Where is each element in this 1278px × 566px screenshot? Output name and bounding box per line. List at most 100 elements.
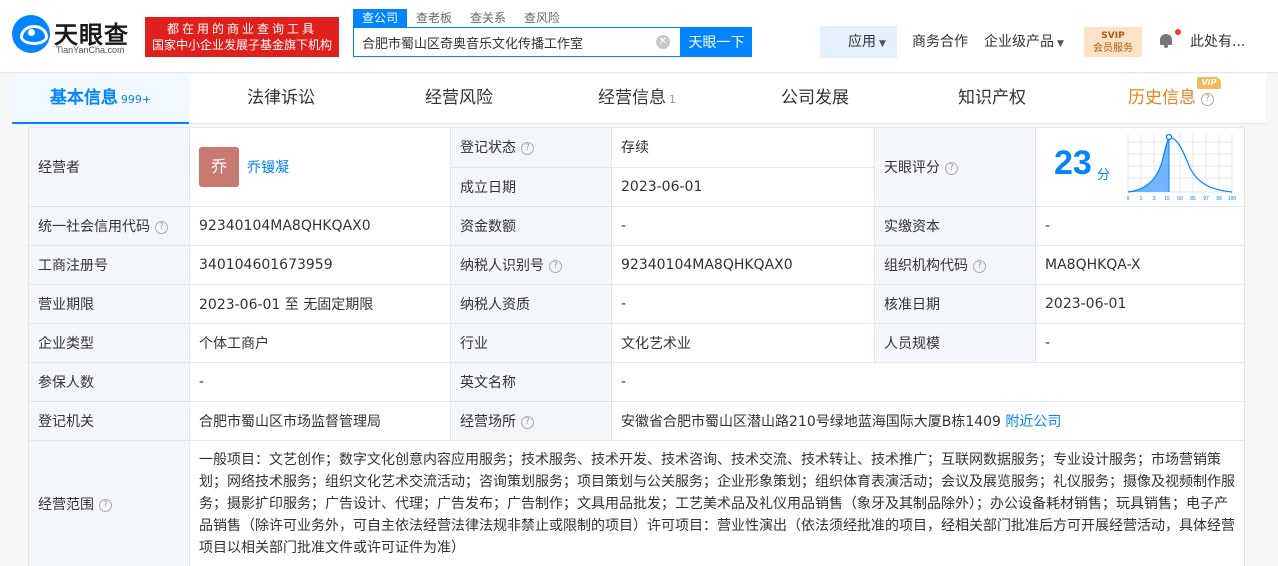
help-icon[interactable]: ? bbox=[99, 498, 112, 512]
logo-domain: TianYanCha.com bbox=[56, 45, 125, 55]
score-tick-0: 0 bbox=[1127, 196, 1130, 202]
svip-button[interactable]: SVIP 会员服务 bbox=[1084, 27, 1142, 57]
paid-capital-label: 实缴资本 bbox=[874, 206, 1036, 246]
type-value: 个体工商户 bbox=[189, 323, 451, 363]
score-label: 天眼评分 bbox=[884, 160, 940, 176]
search-tab-risk[interactable]: 查风险 bbox=[515, 9, 569, 27]
tab-operation-info[interactable]: 经营信息 1 bbox=[598, 74, 676, 124]
nav-business-cooperation[interactable]: 商务合作 bbox=[912, 26, 968, 58]
taxpayer-id-label-cell: 纳税人识别号? bbox=[450, 245, 612, 285]
taxpayer-id-value: 92340104MA8QHKQAX0 bbox=[611, 245, 875, 285]
term-value: 2023-06-01 至 无固定期限 bbox=[189, 284, 451, 324]
help-icon[interactable]: ? bbox=[549, 260, 562, 273]
tab-ip[interactable]: 知识产权 bbox=[958, 74, 1026, 124]
nav-apps-menu[interactable]: 应用 ▼ bbox=[820, 26, 897, 58]
nav-enterprise-products[interactable]: 企业级产品 ▼ bbox=[984, 26, 1064, 58]
credit-code-label: 统一社会信用代码 bbox=[38, 219, 150, 235]
score-tick-2: 3 bbox=[1153, 196, 1156, 202]
search-tab-boss[interactable]: 查老板 bbox=[407, 9, 461, 27]
search-box: ✕ bbox=[353, 27, 681, 57]
industry-value: 文化艺术业 bbox=[611, 323, 875, 363]
approve-date-label: 核准日期 bbox=[874, 284, 1036, 324]
score-distribution-chart: 0 1 3 15 50 85 97 99 100 bbox=[1127, 133, 1236, 202]
nav-enterprise-label: 企业级产品 bbox=[984, 34, 1054, 50]
score-label-cell: 天眼评分? bbox=[874, 127, 1036, 207]
notification-dot bbox=[1175, 29, 1181, 35]
score-tick-7: 99 bbox=[1216, 196, 1222, 202]
address-cell: 安徽省合肥市蜀山区潜山路210号绿地蓝海国际大厦B栋1409 附近公司 bbox=[611, 401, 1245, 441]
search-tab-company[interactable]: 查公司 bbox=[353, 9, 408, 27]
search-button[interactable]: 天眼一下 bbox=[681, 27, 752, 57]
basic-info-table: 经营者 乔乔镘凝 登记状态? 存续 天眼评分? 23 分 0 1 3 15 50… bbox=[28, 127, 1245, 566]
staff-label: 人员规模 bbox=[874, 323, 1036, 363]
slogan-banner[interactable]: 都在用的商业查询工具 国家中小企业发展子基金旗下机构 bbox=[145, 17, 339, 57]
reg-no-label: 工商注册号 bbox=[28, 245, 190, 285]
nearby-company-link[interactable]: 附近公司 bbox=[1005, 414, 1061, 430]
tab-operation-risk[interactable]: 经营风险 bbox=[425, 74, 493, 124]
tab-label: 基本信息 bbox=[49, 88, 118, 108]
svip-badge: SVIP bbox=[1101, 31, 1125, 41]
bell-icon[interactable] bbox=[1158, 33, 1174, 49]
help-icon[interactable]: ? bbox=[521, 416, 534, 429]
capital-value: - bbox=[611, 206, 875, 246]
help-icon[interactable]: ? bbox=[973, 260, 986, 273]
search-input[interactable] bbox=[354, 28, 649, 56]
score-tick-8: 100 bbox=[1228, 196, 1236, 202]
scope-label: 经营范围 bbox=[38, 496, 94, 513]
credit-code-label-cell: 统一社会信用代码? bbox=[28, 206, 190, 246]
top-header: 天眼查 TianYanCha.com 都在用的商业查询工具 国家中小企业发展子基… bbox=[0, 0, 1278, 73]
industry-label: 行业 bbox=[450, 323, 612, 363]
score-tick-3: 15 bbox=[1164, 196, 1170, 202]
eye-logo-icon bbox=[12, 15, 50, 53]
authority-value: 合肥市蜀山区市场监督管理局 bbox=[189, 401, 451, 441]
avatar[interactable]: 乔 bbox=[199, 147, 239, 187]
caret-down-icon: ▼ bbox=[879, 39, 886, 49]
operator-label: 经营者 bbox=[28, 127, 190, 207]
reg-status-label-cell: 登记状态? bbox=[450, 127, 612, 168]
score-cell[interactable]: 23 分 0 1 3 15 50 85 97 99 100 bbox=[1035, 127, 1245, 207]
score-tick-6: 97 bbox=[1203, 196, 1209, 202]
search-tab-relation[interactable]: 查关系 bbox=[461, 9, 515, 27]
status-badge: 存续 bbox=[611, 127, 875, 168]
user-menu[interactable]: 此处有... bbox=[1190, 26, 1245, 58]
tab-count: 1 bbox=[669, 93, 676, 106]
org-code-value: MA8QHKQA-X bbox=[1035, 245, 1245, 285]
scope-label-cell: 经营范围? bbox=[28, 440, 190, 566]
help-icon[interactable]: ? bbox=[1201, 93, 1214, 106]
reg-status-label: 登记状态 bbox=[460, 140, 516, 157]
company-section-tabs: 基本信息 999+ 法律诉讼 经营风险 经营信息 1 公司发展 知识产权 历史信息?… bbox=[12, 74, 1266, 124]
taxpayer-qual-label: 纳税人资质 bbox=[450, 284, 612, 324]
found-date-value: 2023-06-01 bbox=[611, 166, 875, 207]
caret-down-icon: ▼ bbox=[1057, 39, 1064, 49]
taxpayer-qual-value: - bbox=[611, 284, 875, 324]
address-label: 经营场所 bbox=[460, 414, 516, 430]
term-label: 营业期限 bbox=[28, 284, 190, 324]
capital-label: 资金数额 bbox=[450, 206, 612, 246]
slogan-line-1: 都在用的商业查询工具 bbox=[166, 22, 317, 36]
tab-basic-info[interactable]: 基本信息 999+ bbox=[12, 74, 189, 124]
insured-label: 参保人数 bbox=[28, 362, 190, 402]
paid-capital-value: - bbox=[1035, 206, 1245, 246]
authority-label: 登记机关 bbox=[28, 401, 190, 441]
operator-name-link[interactable]: 乔镘凝 bbox=[247, 160, 289, 176]
score-tick-4: 50 bbox=[1177, 196, 1183, 202]
taxpayer-id-label: 纳税人识别号 bbox=[460, 258, 544, 274]
business-scope-text: 一般项目：文艺创作；数字文化创意内容应用服务；技术服务、技术开发、技术咨询、技术… bbox=[189, 440, 1245, 566]
tianyancha-logo[interactable]: 天眼查 TianYanCha.com bbox=[12, 15, 142, 57]
en-name-label: 英文名称 bbox=[450, 362, 612, 402]
clear-icon[interactable]: ✕ bbox=[656, 35, 670, 49]
help-icon[interactable]: ? bbox=[521, 142, 534, 156]
vip-tag: VIP bbox=[1197, 77, 1221, 89]
approve-date-value: 2023-06-01 bbox=[1035, 284, 1245, 324]
org-code-label: 组织机构代码 bbox=[884, 258, 968, 274]
insured-value: - bbox=[189, 362, 451, 402]
tab-label: 经营信息 bbox=[598, 88, 666, 108]
address-value: 安徽省合肥市蜀山区潜山路210号绿地蓝海国际大厦B栋1409 bbox=[621, 414, 1001, 430]
tab-count: 999+ bbox=[120, 93, 152, 106]
help-icon[interactable]: ? bbox=[945, 162, 958, 175]
tab-development[interactable]: 公司发展 bbox=[781, 74, 849, 124]
type-label: 企业类型 bbox=[28, 323, 190, 363]
help-icon[interactable]: ? bbox=[155, 221, 168, 234]
tab-legal[interactable]: 法律诉讼 bbox=[247, 74, 315, 124]
score-tick-1: 1 bbox=[1140, 196, 1143, 202]
